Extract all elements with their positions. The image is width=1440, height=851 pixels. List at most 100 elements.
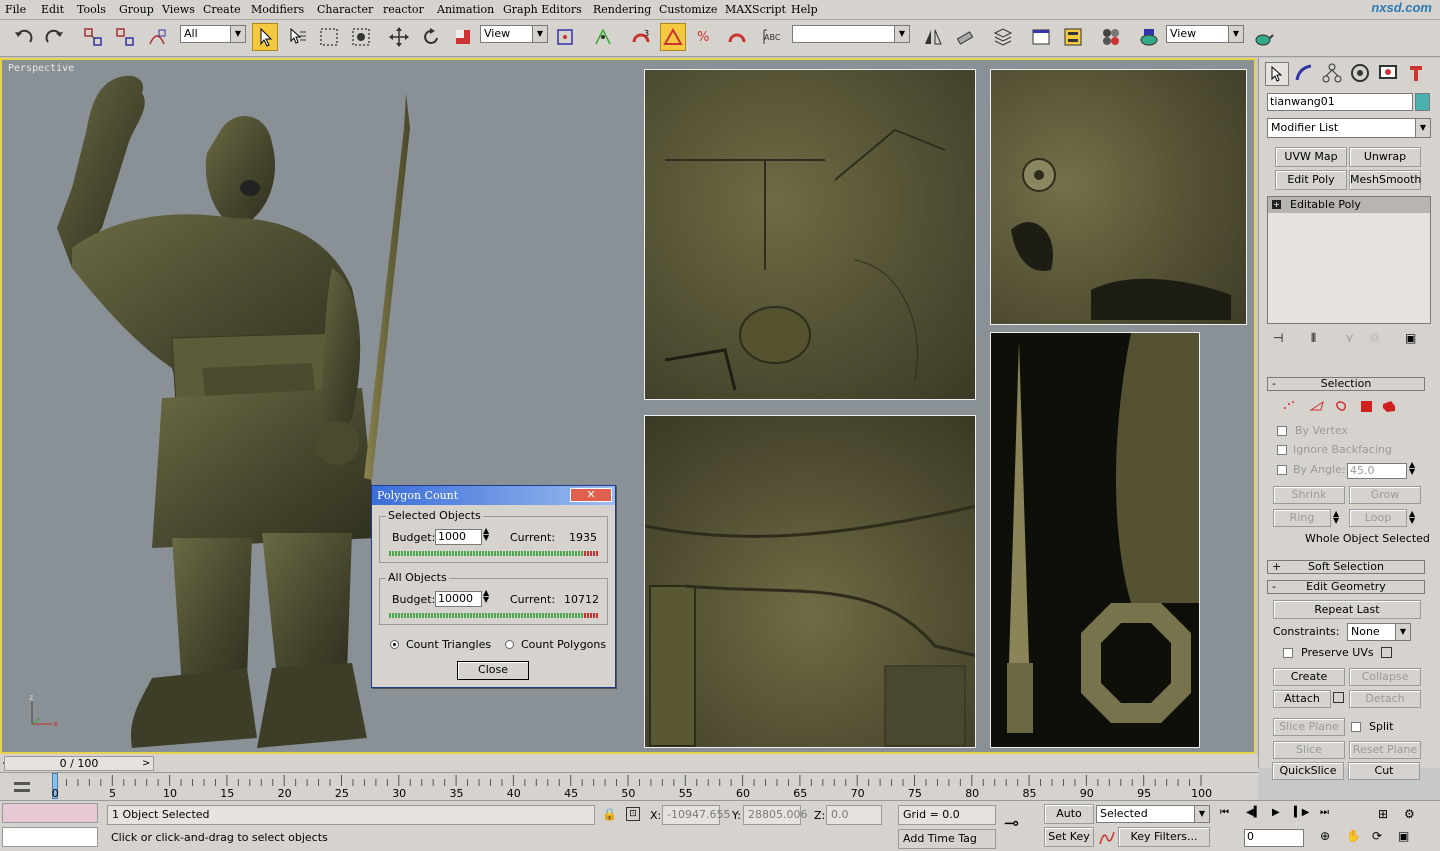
- maximize-viewport-icon[interactable]: ▣: [1398, 829, 1409, 843]
- previous-key-icon[interactable]: ◀▍: [1246, 807, 1261, 818]
- angle-input[interactable]: 45.0: [1347, 463, 1407, 479]
- cut-button[interactable]: Cut: [1348, 762, 1420, 780]
- create-button[interactable]: Create: [1273, 668, 1345, 686]
- play-icon[interactable]: ▶: [1272, 807, 1280, 818]
- object-name-input[interactable]: tianwang01: [1267, 93, 1413, 111]
- move-icon[interactable]: [386, 23, 412, 51]
- menu-graph-editors[interactable]: Graph Editors: [503, 3, 582, 16]
- zoom-time-icon[interactable]: ⊕: [1320, 829, 1330, 843]
- count-polygons-radio[interactable]: [505, 640, 514, 649]
- preserve-uvs-checkbox[interactable]: [1283, 648, 1293, 658]
- menu-modifiers[interactable]: Modifiers: [251, 3, 304, 16]
- curve-icon[interactable]: [1098, 830, 1116, 846]
- select-and-link-icon[interactable]: [80, 23, 106, 51]
- z-coordinate-field[interactable]: 0.0: [826, 805, 882, 825]
- render-view-dropdown[interactable]: View ▼: [1166, 25, 1244, 43]
- shrink-button[interactable]: Shrink: [1273, 486, 1345, 504]
- display-tab-icon[interactable]: [1377, 62, 1401, 86]
- menu-edit[interactable]: Edit: [41, 3, 64, 16]
- pan-time-icon[interactable]: ✋: [1346, 829, 1361, 843]
- material-editor-icon[interactable]: [1098, 23, 1124, 51]
- time-configuration-icon[interactable]: ⚙: [1404, 807, 1415, 821]
- reset-plane-button[interactable]: Reset Plane: [1349, 741, 1421, 759]
- stack-item-editable-poly[interactable]: + Editable Poly: [1268, 197, 1430, 213]
- spinner-icon[interactable]: ▲ ▼: [483, 589, 489, 604]
- hierarchy-tab-icon[interactable]: [1321, 62, 1345, 86]
- perspective-viewport[interactable]: Perspective z x: [0, 58, 1256, 754]
- quick-render-teapot-icon[interactable]: [1250, 23, 1276, 51]
- render-scene-icon[interactable]: [1136, 23, 1162, 51]
- edit-geometry-rollout-header[interactable]: - Edit Geometry: [1267, 580, 1425, 594]
- element-icon[interactable]: [1383, 401, 1395, 412]
- loop-button[interactable]: Loop: [1349, 509, 1407, 527]
- current-frame-input[interactable]: 0: [1244, 829, 1304, 847]
- close-icon[interactable]: ✕: [570, 488, 612, 502]
- x-coordinate-field[interactable]: -10947.655: [662, 805, 730, 825]
- angle-snap-icon[interactable]: [660, 23, 686, 51]
- selection-rollout-header[interactable]: - Selection: [1267, 377, 1425, 391]
- quickslice-button[interactable]: QuickSlice: [1272, 762, 1344, 780]
- menu-reactor[interactable]: reactor: [383, 3, 424, 16]
- key-filters-button[interactable]: Key Filters...: [1118, 827, 1210, 847]
- attach-list-icon[interactable]: [1333, 692, 1344, 703]
- y-coordinate-field[interactable]: 28805.006: [743, 805, 808, 825]
- remove-modifier-icon[interactable]: ♲: [1369, 331, 1385, 347]
- add-time-tag-button[interactable]: Add Time Tag: [898, 829, 996, 849]
- rotate-icon[interactable]: [418, 23, 444, 51]
- edit-poly-button[interactable]: Edit Poly: [1275, 170, 1347, 190]
- menu-create[interactable]: Create: [203, 3, 241, 16]
- window-crossing-icon[interactable]: [348, 23, 374, 51]
- selection-filter-dropdown[interactable]: All ▼: [180, 25, 246, 43]
- attach-button[interactable]: Attach: [1273, 690, 1331, 708]
- pin-stack-icon[interactable]: ⊣: [1273, 331, 1289, 347]
- next-frame-icon[interactable]: >: [142, 756, 154, 771]
- key-mode-toggle-icon[interactable]: ⊞: [1378, 807, 1388, 821]
- utilities-tab-icon[interactable]: [1405, 62, 1429, 86]
- undo-icon[interactable]: [10, 23, 36, 51]
- modify-tab-icon[interactable]: [1293, 62, 1317, 86]
- edit-named-selection-icon[interactable]: ABC: [760, 23, 786, 51]
- go-to-start-icon[interactable]: ⏮: [1220, 807, 1229, 818]
- menu-customize[interactable]: Customize: [659, 3, 717, 16]
- select-by-name-icon[interactable]: [284, 23, 310, 51]
- collapse-button[interactable]: Collapse: [1349, 668, 1421, 686]
- auto-key-button[interactable]: Auto Key: [1044, 804, 1094, 838]
- key-selection-dropdown[interactable]: Selected ▼: [1096, 805, 1210, 823]
- by-vertex-checkbox[interactable]: [1277, 426, 1287, 436]
- constraints-dropdown[interactable]: None ▼: [1347, 623, 1411, 641]
- menu-file[interactable]: File: [5, 3, 26, 16]
- rectangular-selection-icon[interactable]: [316, 23, 342, 51]
- make-unique-icon[interactable]: ⋎: [1345, 331, 1361, 347]
- menu-group[interactable]: Group: [119, 3, 154, 16]
- pivot-center-icon[interactable]: [552, 23, 578, 51]
- texture-tile-torso[interactable]: [644, 69, 976, 400]
- all-budget-input[interactable]: 10000: [435, 591, 482, 607]
- vertex-icon[interactable]: [1284, 401, 1294, 409]
- align-icon[interactable]: [952, 23, 978, 51]
- menu-tools[interactable]: Tools: [77, 3, 106, 16]
- object-color-swatch[interactable]: [1415, 93, 1430, 111]
- close-button[interactable]: Close: [457, 661, 529, 680]
- schematic-view-icon[interactable]: [1060, 23, 1086, 51]
- percent-snap-icon[interactable]: %: [692, 23, 718, 51]
- border-icon[interactable]: [1336, 401, 1346, 411]
- lock-icon[interactable]: 🔒: [602, 807, 617, 821]
- next-key-icon[interactable]: ▍▶: [1294, 807, 1309, 818]
- menu-rendering[interactable]: Rendering: [593, 3, 651, 16]
- texture-tile-belt[interactable]: [644, 415, 976, 748]
- count-triangles-radio[interactable]: [390, 640, 399, 649]
- orbit-icon[interactable]: ⟳: [1372, 829, 1382, 843]
- go-to-end-icon[interactable]: ⏭: [1320, 807, 1329, 818]
- time-slider[interactable]: 0 / 100: [4, 756, 154, 771]
- menu-views[interactable]: Views: [162, 3, 195, 16]
- spinner-snap-icon[interactable]: [724, 23, 750, 51]
- bind-space-warp-icon[interactable]: [144, 23, 170, 51]
- motion-tab-icon[interactable]: [1349, 62, 1373, 86]
- modifier-list-dropdown[interactable]: Modifier List ▼: [1267, 118, 1431, 138]
- texture-tile-face[interactable]: [990, 69, 1247, 325]
- ignore-backfacing-checkbox[interactable]: [1277, 445, 1287, 455]
- repeat-last-button[interactable]: Repeat Last: [1273, 600, 1421, 619]
- layer-manager-icon[interactable]: [990, 23, 1016, 51]
- reference-coordinate-dropdown[interactable]: View ▼: [480, 25, 548, 43]
- menu-help[interactable]: Help: [791, 3, 818, 16]
